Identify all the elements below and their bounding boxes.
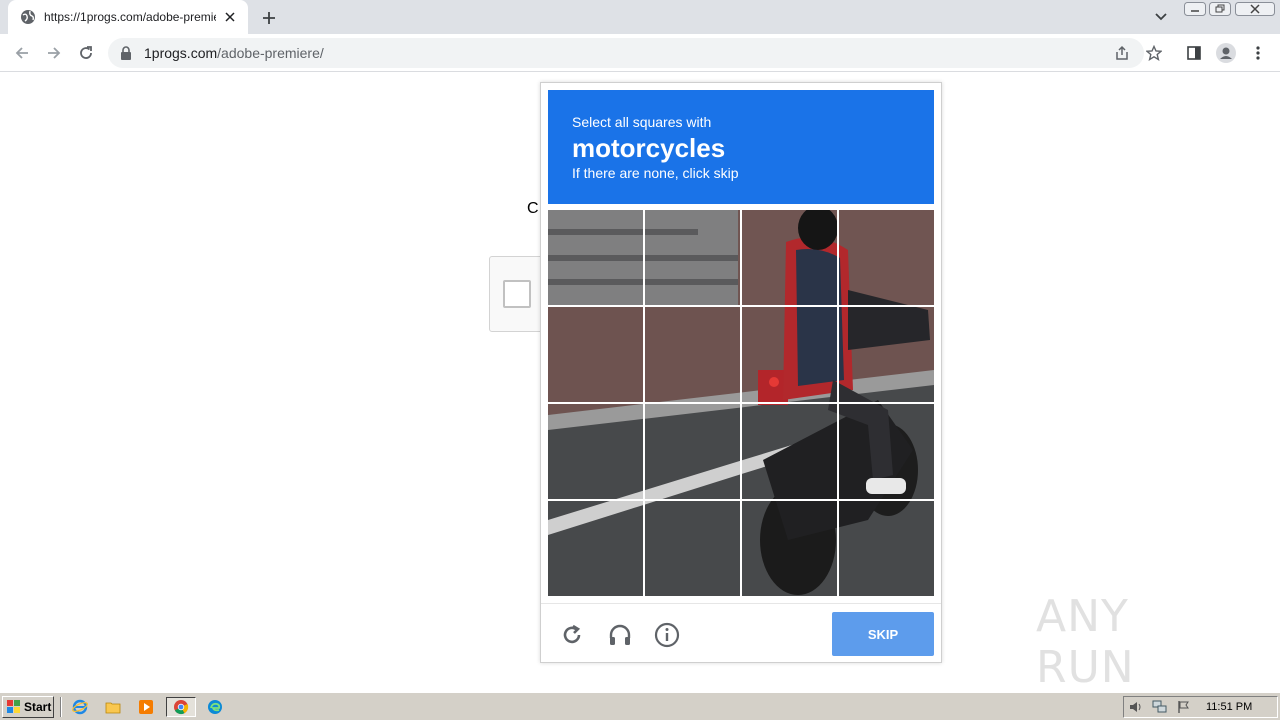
- share-icon[interactable]: [1112, 43, 1132, 63]
- captcha-checkbox[interactable]: [503, 280, 531, 308]
- url-text: 1progs.com/adobe-premiere/: [144, 45, 324, 61]
- new-tab-button[interactable]: [258, 7, 280, 29]
- menu-dots-icon[interactable]: [1246, 41, 1270, 65]
- captcha-tile-10[interactable]: [645, 404, 740, 499]
- info-icon[interactable]: [654, 622, 680, 648]
- back-arrow-icon[interactable]: [10, 41, 34, 65]
- side-panel-icon[interactable]: [1182, 41, 1206, 65]
- captcha-image-grid: [548, 210, 934, 596]
- tab-strip: https://1progs.com/adobe-premiere/: [0, 0, 1280, 34]
- media-player-icon[interactable]: [135, 697, 157, 717]
- captcha-tile-14[interactable]: [645, 501, 740, 596]
- edge-icon[interactable]: [204, 697, 226, 717]
- bookmark-star-icon[interactable]: [1144, 43, 1164, 63]
- system-tray: 11:51 PM: [1123, 696, 1278, 718]
- tab-search-chevron-icon[interactable]: [1150, 7, 1172, 27]
- captcha-checkbox-widget: [489, 256, 545, 332]
- captcha-footer: SKIP: [541, 603, 941, 663]
- captcha-tile-6[interactable]: [645, 307, 740, 402]
- watermark-text: ANY RUN: [1036, 591, 1135, 693]
- captcha-challenge-dialog: Select all squares with motorcycles If t…: [540, 82, 942, 663]
- captcha-tile-5[interactable]: [548, 307, 643, 402]
- action-center-flag-icon[interactable]: [1175, 699, 1193, 715]
- taskbar-separator: [60, 697, 62, 717]
- captcha-tile-12[interactable]: [839, 404, 934, 499]
- captcha-tile-15[interactable]: [742, 501, 837, 596]
- address-bar[interactable]: 1progs.com/adobe-premiere/: [108, 38, 1144, 68]
- clock: 11:51 PM: [1206, 701, 1253, 713]
- start-label: Start: [24, 700, 52, 714]
- page-partial-text: C: [527, 200, 539, 217]
- captcha-tile-2[interactable]: [645, 210, 740, 305]
- browser-toolbar: 1progs.com/adobe-premiere/: [0, 34, 1280, 72]
- volume-icon[interactable]: [1127, 699, 1145, 715]
- captcha-tile-8[interactable]: [839, 307, 934, 402]
- url-host: 1progs.com: [144, 45, 218, 61]
- internet-explorer-icon[interactable]: [69, 697, 91, 717]
- captcha-tile-16[interactable]: [839, 501, 934, 596]
- restore-window-button[interactable]: [1208, 0, 1232, 18]
- captcha-tile-13[interactable]: [548, 501, 643, 596]
- close-tab-icon[interactable]: [222, 9, 238, 25]
- captcha-tile-1[interactable]: [548, 210, 643, 305]
- close-window-button[interactable]: [1234, 0, 1276, 18]
- windows-logo-icon: [6, 699, 22, 715]
- start-button[interactable]: Start: [2, 696, 54, 718]
- profile-avatar-icon[interactable]: [1214, 41, 1238, 65]
- captcha-tile-9[interactable]: [548, 404, 643, 499]
- page-content: C Select all squares with motorcycles If…: [0, 72, 1280, 693]
- reload-challenge-icon[interactable]: [559, 622, 585, 648]
- chrome-icon[interactable]: [166, 697, 196, 717]
- skip-button[interactable]: SKIP: [832, 612, 934, 656]
- captcha-header: Select all squares with motorcycles If t…: [548, 90, 934, 204]
- headphones-icon[interactable]: [607, 622, 633, 648]
- minimize-window-button[interactable]: [1183, 0, 1207, 18]
- captcha-tile-7[interactable]: [742, 307, 837, 402]
- url-path: /adobe-premiere/: [217, 45, 324, 61]
- anyrun-watermark-logo: ANY RUN: [1036, 591, 1236, 693]
- forward-arrow-icon[interactable]: [42, 41, 66, 65]
- reload-icon[interactable]: [74, 41, 98, 65]
- captcha-tile-4[interactable]: [839, 210, 934, 305]
- captcha-hint: If there are none, click skip: [572, 165, 739, 181]
- tab-title: https://1progs.com/adobe-premiere/: [44, 10, 216, 24]
- captcha-tile-3[interactable]: [742, 210, 837, 305]
- file-explorer-folder-icon[interactable]: [102, 697, 124, 717]
- captcha-tile-11[interactable]: [742, 404, 837, 499]
- windows-taskbar: Start 11:51 PM: [0, 692, 1280, 720]
- captcha-instruction: Select all squares with: [572, 114, 712, 130]
- captcha-target: motorcycles: [572, 133, 726, 163]
- network-icon[interactable]: [1151, 699, 1169, 715]
- browser-tab[interactable]: https://1progs.com/adobe-premiere/: [8, 0, 248, 34]
- globe-icon: [20, 9, 36, 25]
- lock-icon[interactable]: [120, 46, 134, 60]
